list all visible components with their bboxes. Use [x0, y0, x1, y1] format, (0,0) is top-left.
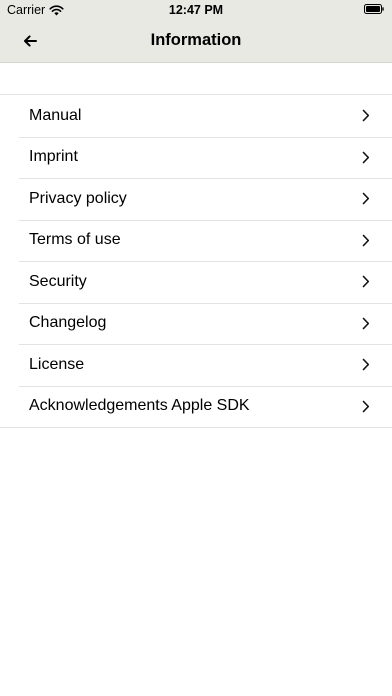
list-item-terms-of-use[interactable]: Terms of use [0, 219, 392, 262]
list-item-security[interactable]: Security [0, 261, 392, 303]
list-item-manual[interactable]: Manual [0, 95, 392, 137]
list-item-label: Privacy policy [29, 189, 127, 207]
battery-icon [364, 4, 384, 14]
chevron-right-icon [362, 400, 370, 412]
list-item-label: Security [29, 272, 87, 290]
list-item-imprint[interactable]: Imprint [0, 136, 392, 179]
list-item-label: Imprint [29, 148, 78, 166]
chevron-right-icon [362, 358, 370, 371]
chevron-right-icon [362, 275, 370, 288]
chevron-right-icon [362, 151, 370, 163]
chevron-right-icon [362, 234, 370, 246]
list-item-label: Manual [29, 106, 82, 124]
navigation-bar: Information [0, 20, 392, 63]
list-item-label: License [29, 355, 85, 373]
status-time: 12:47 PM [168, 3, 224, 17]
list-item-label: Acknowledgements Apple SDK [29, 397, 250, 415]
chevron-right-icon [362, 192, 370, 205]
list-item-privacy-policy[interactable]: Privacy policy [0, 178, 392, 220]
list-item-acknowledgements-apple-sdk[interactable]: Acknowledgements Apple SDK [0, 385, 392, 428]
list-item-changelog[interactable]: Changelog [0, 302, 392, 345]
information-list: Manual Imprint Privacy policy Terms of u… [0, 94, 392, 428]
list-item-label: Terms of use [29, 231, 121, 249]
chevron-right-icon [362, 109, 370, 122]
list-item-license[interactable]: License [0, 344, 392, 386]
list-item-label: Changelog [29, 314, 107, 332]
page-title: Information [150, 31, 242, 49]
status-bar: Carrier 12:47 PM [0, 0, 392, 20]
chevron-right-icon [362, 317, 370, 329]
